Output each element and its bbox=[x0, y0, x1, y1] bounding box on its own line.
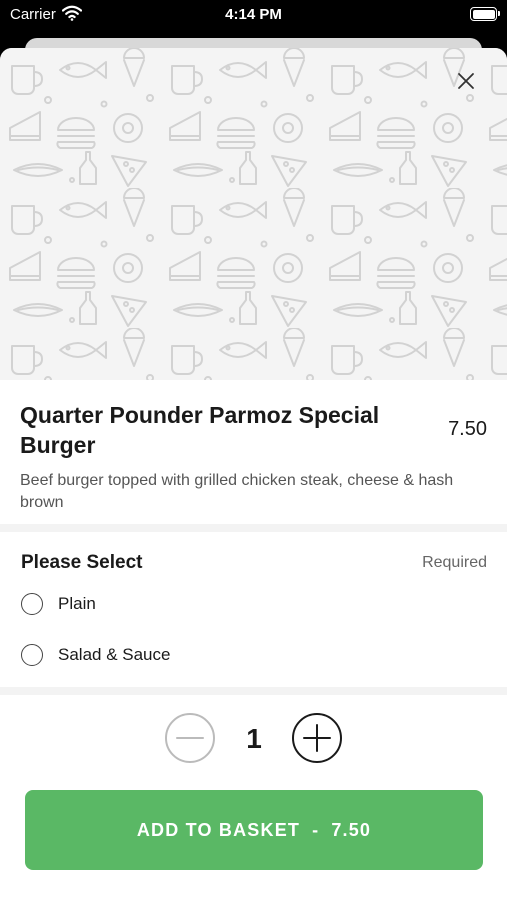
increase-quantity-button[interactable] bbox=[292, 713, 342, 763]
food-doodle-pattern bbox=[0, 48, 507, 380]
plus-icon bbox=[303, 724, 331, 752]
quantity-section: 1 ADD TO BASKET - 7.50 bbox=[0, 695, 507, 900]
item-price: 7.50 bbox=[448, 418, 487, 440]
add-to-basket-button[interactable]: ADD TO BASKET - 7.50 bbox=[25, 790, 483, 870]
item-detail-sheet: Quarter Pounder Parmoz Special Burger 7.… bbox=[0, 48, 507, 900]
item-info: Quarter Pounder Parmoz Special Burger 7.… bbox=[0, 380, 507, 524]
minus-icon bbox=[176, 737, 204, 739]
section-divider bbox=[0, 687, 507, 695]
close-icon bbox=[458, 73, 474, 89]
item-description: Beef burger topped with grilled chicken … bbox=[20, 472, 454, 511]
add-to-basket-price: 7.50 bbox=[331, 819, 372, 840]
radio-button[interactable] bbox=[21, 644, 43, 666]
option-label: Salad & Sauce bbox=[58, 645, 171, 664]
close-button[interactable] bbox=[453, 68, 479, 94]
section-divider bbox=[0, 524, 507, 532]
required-label: Required bbox=[422, 554, 487, 571]
option-salad-sauce[interactable]: Salad & Sauce bbox=[21, 640, 170, 670]
option-group: Please Select Required Plain Salad & Sau… bbox=[0, 532, 507, 687]
decrease-quantity-button[interactable] bbox=[165, 713, 215, 763]
item-image bbox=[0, 48, 507, 380]
battery-icon bbox=[470, 7, 500, 21]
option-label: Plain bbox=[58, 594, 96, 613]
clock: 4:14 PM bbox=[225, 6, 282, 23]
radio-button[interactable] bbox=[21, 593, 43, 615]
option-plain[interactable]: Plain bbox=[21, 589, 96, 619]
quantity-value: 1 bbox=[246, 723, 262, 754]
option-group-title: Please Select bbox=[21, 552, 143, 573]
add-to-basket-separator: - bbox=[312, 819, 320, 840]
item-name: Quarter Pounder Parmoz Special Burger bbox=[20, 402, 380, 458]
add-to-basket-label: ADD TO BASKET bbox=[136, 819, 301, 840]
status-bar: Carrier 4:14 PM bbox=[0, 0, 507, 30]
